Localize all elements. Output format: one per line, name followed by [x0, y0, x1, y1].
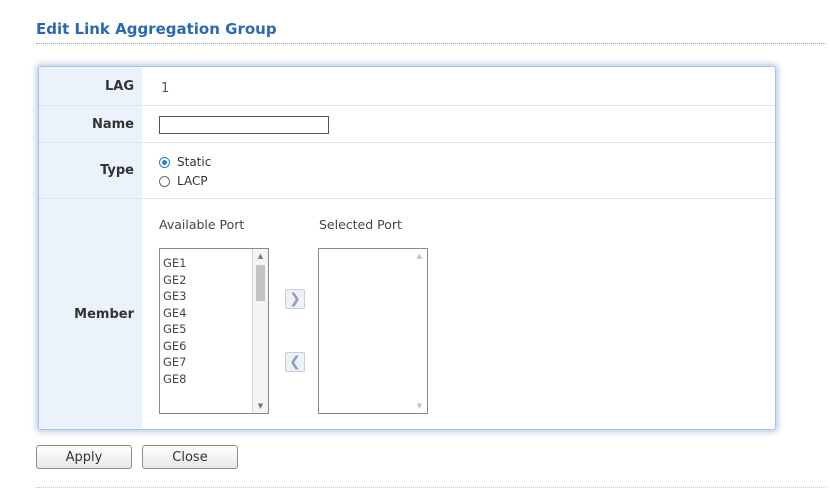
chevron-left-icon: ❮ [289, 354, 301, 370]
selected-port-list[interactable]: ▲ ▼ [318, 248, 428, 414]
selected-port-heading: Selected Port [319, 217, 402, 232]
lag-row: LAG 1 [39, 67, 775, 106]
scroll-thumb[interactable] [256, 265, 265, 301]
lag-value-cell: 1 [157, 67, 775, 105]
member-row: Member Available Port Selected Port GE1 … [39, 199, 775, 429]
close-button[interactable]: Close [142, 445, 238, 469]
list-item[interactable]: GE2 [163, 272, 187, 289]
scroll-up-arrow-icon[interactable]: ▲ [253, 249, 268, 263]
scroll-up-arrow-icon[interactable]: ▲ [412, 249, 427, 263]
available-port-heading: Available Port [159, 217, 245, 232]
remove-port-button[interactable]: ❮ [285, 352, 305, 372]
list-item[interactable]: GE5 [163, 321, 187, 338]
lacp-radio-label: LACP [177, 174, 208, 188]
type-row: Type Static LACP [39, 143, 775, 199]
name-label: Name [39, 106, 143, 142]
chevron-right-icon: ❯ [289, 291, 301, 307]
selected-list-scrollbar[interactable]: ▲ ▼ [412, 249, 427, 413]
scroll-down-arrow-icon[interactable]: ▼ [253, 399, 268, 413]
lag-label: LAG [39, 67, 143, 105]
static-radio[interactable] [159, 156, 170, 168]
name-value-cell [157, 106, 775, 142]
available-list-scrollbar[interactable]: ▲ ▼ [252, 249, 268, 413]
lacp-radio[interactable] [159, 175, 170, 187]
static-radio-label: Static [177, 155, 212, 169]
lag-edit-panel: LAG 1 Name Type Static LACP Member Avail… [38, 66, 776, 430]
list-item[interactable]: GE4 [163, 305, 187, 322]
type-option-lacp[interactable]: LACP [159, 174, 208, 188]
available-port-list[interactable]: GE1 GE2 GE3 GE4 GE5 GE6 GE7 GE8 ▲ ▼ [159, 248, 269, 414]
list-item[interactable]: GE3 [163, 288, 187, 305]
type-label: Type [39, 143, 143, 198]
add-port-button[interactable]: ❯ [285, 289, 305, 309]
type-option-static[interactable]: Static [159, 155, 211, 169]
list-item[interactable]: GE6 [163, 338, 187, 355]
list-item[interactable]: GE8 [163, 371, 187, 388]
bottom-divider [36, 487, 826, 488]
lag-value: 1 [161, 81, 170, 96]
apply-button[interactable]: Apply [36, 445, 132, 469]
name-row: Name [39, 106, 775, 143]
title-divider [36, 43, 826, 44]
member-value-cell: Available Port Selected Port GE1 GE2 GE3… [157, 199, 775, 429]
name-input[interactable] [159, 116, 329, 134]
scroll-down-arrow-icon[interactable]: ▼ [412, 399, 427, 413]
page-title: Edit Link Aggregation Group [36, 20, 277, 38]
type-value-cell: Static LACP [157, 143, 775, 198]
list-item[interactable]: GE1 [163, 255, 187, 272]
list-item[interactable]: GE7 [163, 354, 187, 371]
member-label: Member [39, 199, 143, 429]
